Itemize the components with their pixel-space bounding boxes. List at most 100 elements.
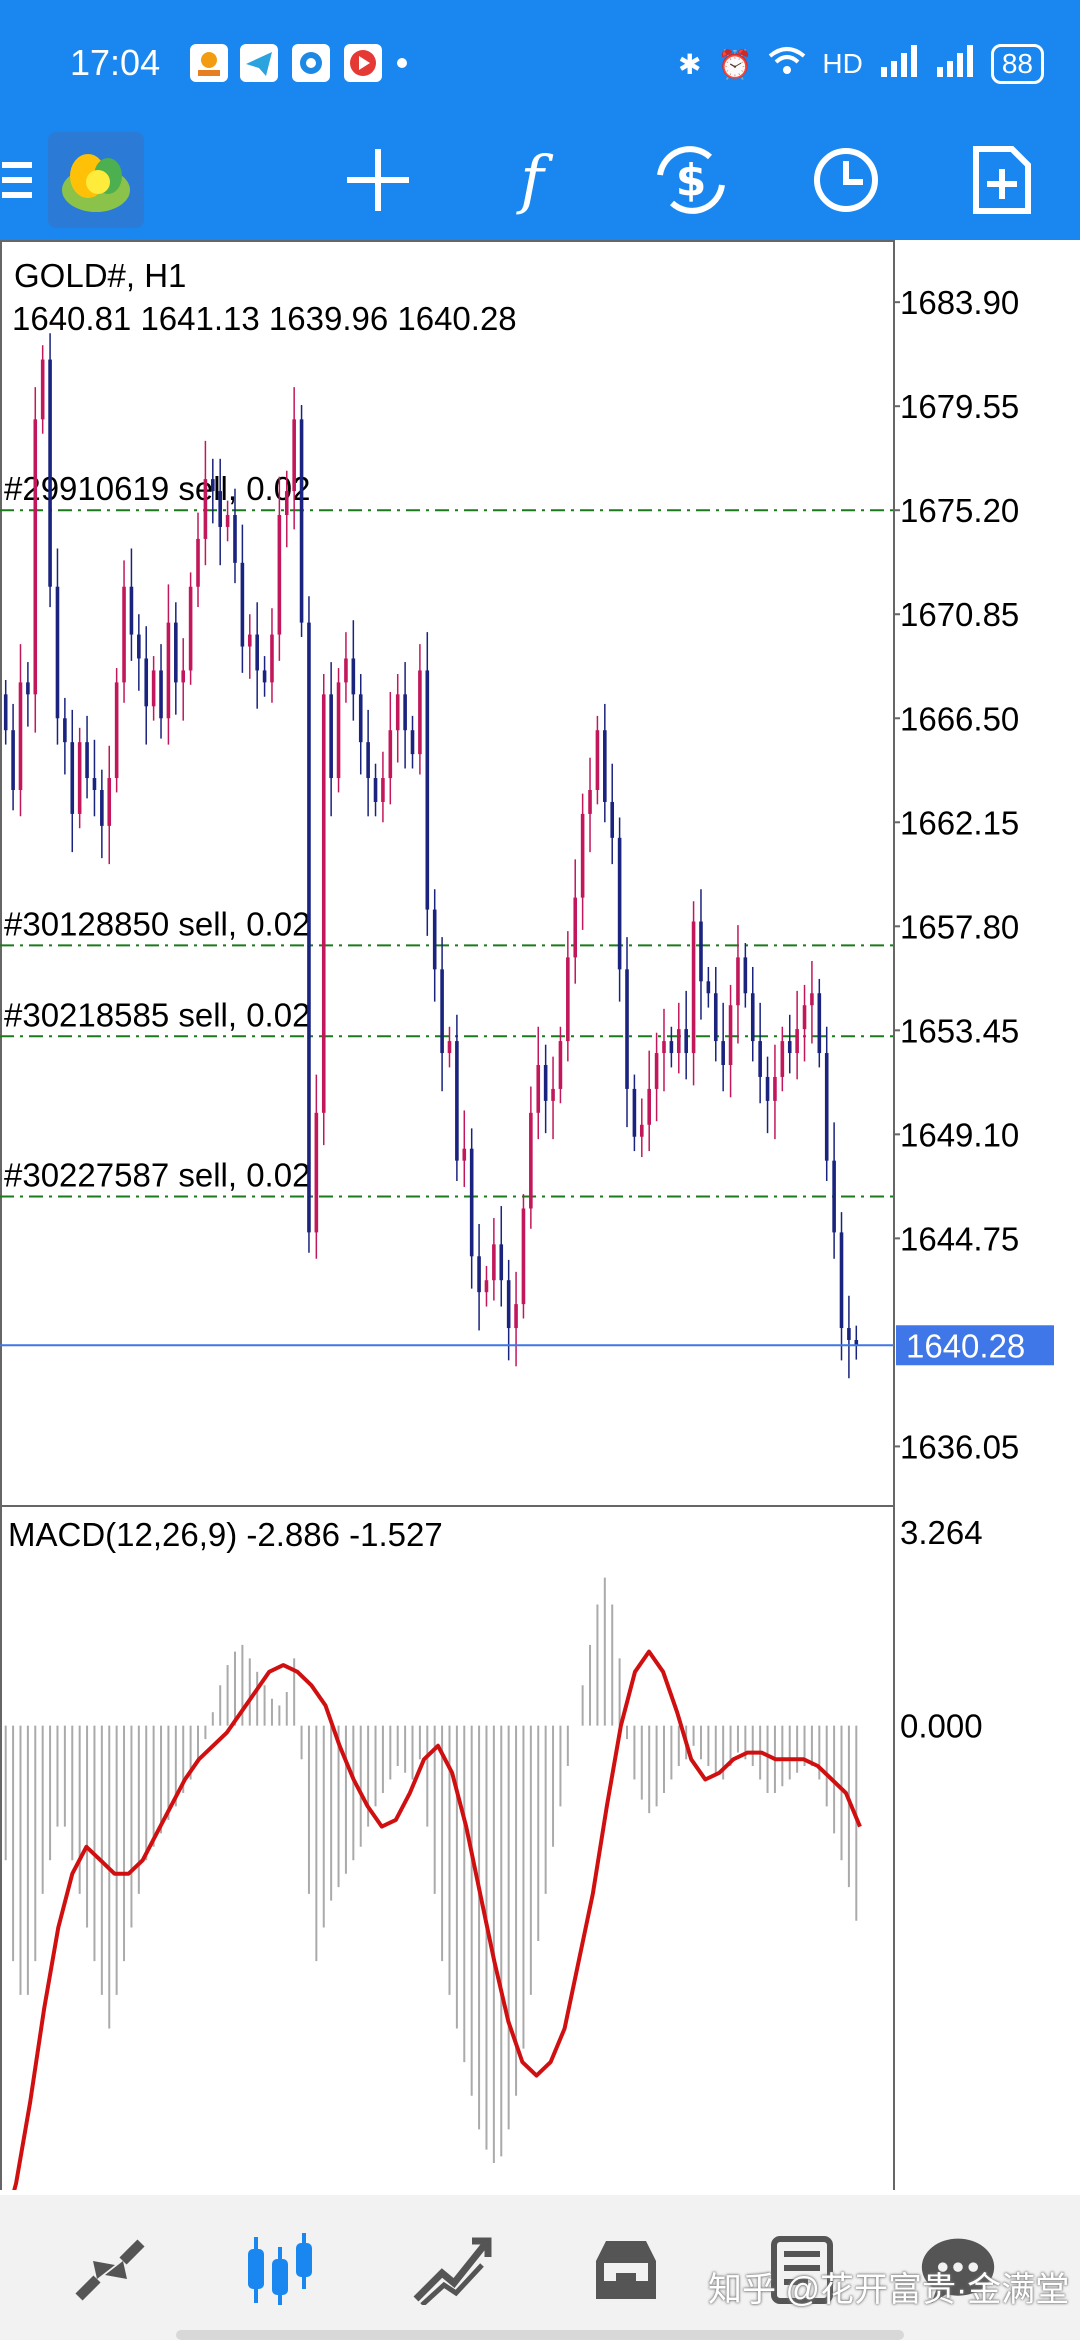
candle-body <box>3 694 8 731</box>
candle-body <box>247 634 252 647</box>
candle-body <box>832 1160 836 1233</box>
chart-toolbar: f $ <box>0 120 1080 240</box>
indicators-icon[interactable]: f <box>492 120 572 240</box>
candle-body <box>70 742 75 814</box>
chart-icon[interactable] <box>240 2233 320 2305</box>
candle-body <box>676 1029 681 1054</box>
candle-body <box>625 969 629 1089</box>
candle-body <box>240 562 245 647</box>
candle-body <box>573 897 578 958</box>
candle-body <box>77 742 82 814</box>
signal-2g-icon <box>935 44 975 84</box>
candle-body <box>225 515 230 527</box>
candle-body <box>151 670 156 707</box>
video-icon <box>344 44 382 82</box>
current-price-line: 1640.28 <box>0 1325 1054 1366</box>
candle-body <box>321 694 326 1113</box>
candle-body <box>395 694 400 731</box>
candle-body <box>839 1232 844 1329</box>
candle-body <box>558 1041 563 1089</box>
candle-body <box>713 993 718 1042</box>
candle-body <box>669 1041 674 1054</box>
network-hd-label: HD <box>822 48 863 79</box>
ohlc-label: 1640.81 1641.13 1639.96 1640.28 <box>12 300 517 337</box>
candle-body <box>181 670 186 683</box>
candle-body <box>617 837 622 970</box>
candle-body <box>640 1124 644 1137</box>
candle-body <box>521 1208 526 1305</box>
order-label: #30128850 sell, 0.02 <box>4 905 310 942</box>
price-panel-frame <box>0 240 895 1507</box>
candle-body <box>373 778 378 802</box>
price-tick-label: 1683.90 <box>900 284 1019 321</box>
candle-body <box>603 730 607 802</box>
candle-body <box>499 1244 504 1281</box>
candle-body <box>292 419 296 492</box>
candle-body <box>662 1041 666 1054</box>
battery-icon: 88 <box>990 44 1044 84</box>
candle-body <box>506 1280 511 1329</box>
candle-body <box>736 957 740 1006</box>
candle-body <box>721 1041 725 1065</box>
candle-body <box>358 694 363 743</box>
price-tick-label: 1662.15 <box>900 804 1019 841</box>
objects-icon[interactable] <box>962 120 1042 240</box>
status-bar: 17:04 ✱ ⏰ HD 88 <box>0 0 1080 120</box>
trade-icon[interactable]: $ <box>648 120 734 240</box>
candle-body <box>255 634 259 671</box>
candle-body <box>691 921 696 1054</box>
metatrader-logo[interactable] <box>46 120 146 240</box>
candle-body <box>787 1041 792 1054</box>
candle-body <box>410 730 415 755</box>
candle-body <box>159 670 163 719</box>
candle-body <box>18 682 23 790</box>
candle-body <box>92 778 97 790</box>
candle-body <box>728 1005 733 1065</box>
candle-body <box>514 1304 518 1329</box>
candle-body <box>455 1041 459 1161</box>
candle-body <box>270 634 274 683</box>
candle-body <box>773 1076 777 1101</box>
chart-area[interactable]: #29910619 sell, 0.02 #30128850 sell, 0.02… <box>0 240 1080 2340</box>
candle-body <box>114 682 119 779</box>
candle-body <box>824 1053 829 1161</box>
quotes-icon[interactable] <box>70 2235 150 2305</box>
candle-body <box>469 1148 474 1257</box>
timeframe-icon[interactable] <box>806 120 886 240</box>
candle-body <box>329 694 333 779</box>
candle-body <box>262 670 267 683</box>
candle-body <box>26 682 30 695</box>
candle-body <box>684 1029 688 1054</box>
candle-body <box>344 658 348 683</box>
order-label: #30218585 sell, 0.02 <box>4 996 310 1033</box>
candle-body <box>211 479 215 492</box>
price-tick-label: 1679.55 <box>900 388 1019 425</box>
alarm-icon: ⏰ <box>717 48 753 80</box>
wifi-icon <box>768 46 806 83</box>
price-tick-label: 1670.85 <box>900 596 1019 633</box>
more-notifications-dot <box>397 58 407 68</box>
candle-body <box>699 921 703 982</box>
price-axis: 1683.90 1679.55 1675.20 1670.85 1666.50 1662.… <box>894 284 1019 1745</box>
candle-body <box>277 515 282 635</box>
candle-body <box>462 1148 467 1161</box>
candle-body <box>418 670 422 755</box>
trade-nav-icon[interactable] <box>412 2235 492 2305</box>
price-tick-label: 1644.75 <box>900 1220 1019 1257</box>
telegram-icon <box>240 44 278 82</box>
menu-icon[interactable] <box>0 120 34 240</box>
crosshair-icon[interactable] <box>338 120 418 240</box>
svg-text:$: $ <box>676 155 707 206</box>
candle-body <box>48 359 52 587</box>
candle-body <box>166 622 171 719</box>
candle-body <box>847 1328 851 1340</box>
candle-body <box>218 491 222 527</box>
history-icon[interactable] <box>586 2235 666 2305</box>
candle-body <box>381 778 385 802</box>
candle-body <box>551 1088 555 1101</box>
candle-body <box>817 993 822 1054</box>
candle-body <box>647 1088 651 1125</box>
candle-body <box>233 515 237 563</box>
app-notification-icon <box>190 44 228 82</box>
candle-body <box>196 538 200 587</box>
